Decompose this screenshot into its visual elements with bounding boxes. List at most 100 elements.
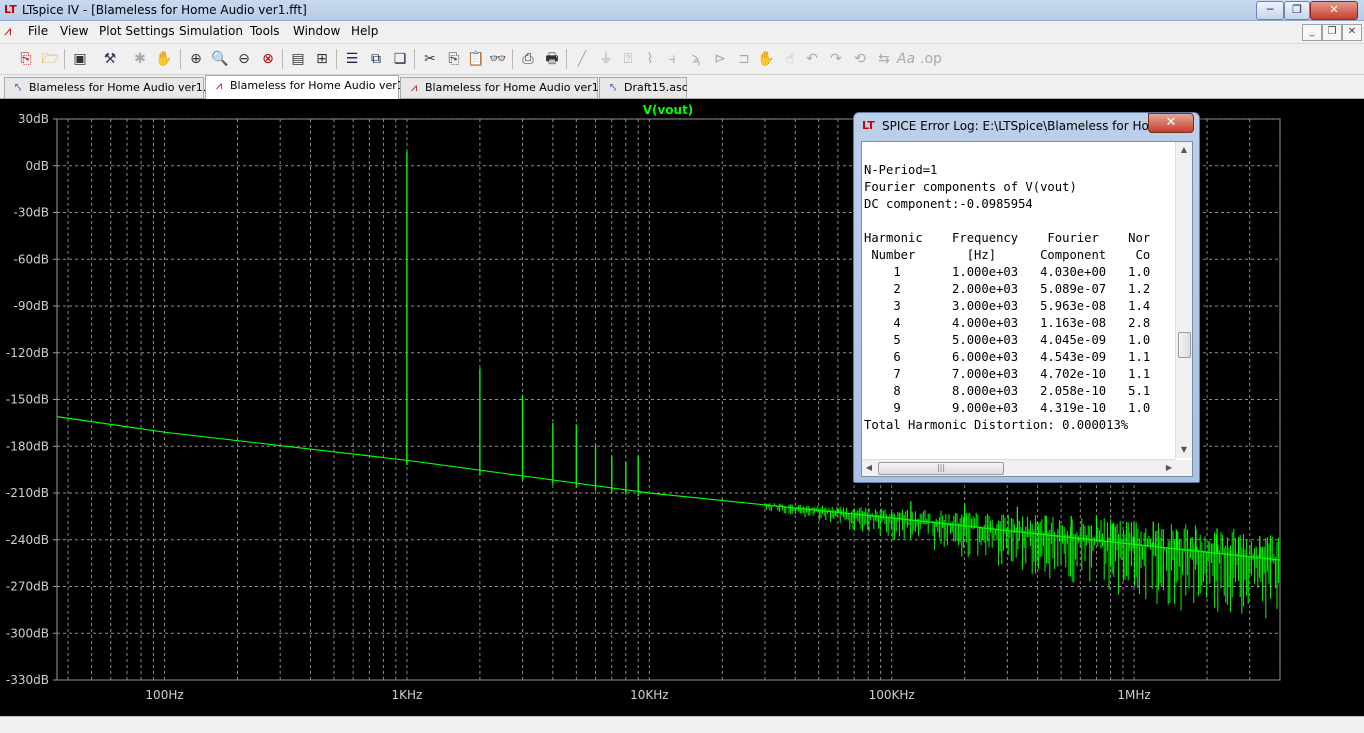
scroll-left-icon[interactable]: ◀ bbox=[862, 460, 876, 476]
tile-vertical-icon[interactable]: ⧉ bbox=[366, 49, 386, 69]
scroll-up-icon[interactable]: ▲ bbox=[1176, 142, 1192, 158]
drag-icon[interactable]: ☝ bbox=[780, 49, 800, 69]
x-tick-label: 100Hz bbox=[145, 688, 183, 702]
tab-label: Draft15.asc bbox=[624, 81, 688, 94]
tab-label: Blameless for Home Audio ver1.asc bbox=[29, 81, 225, 94]
waveform-doc-icon[interactable]: ⩘ bbox=[4, 24, 11, 39]
ltspice-logo-icon: LT bbox=[862, 119, 875, 132]
cascade-icon[interactable]: ❏ bbox=[390, 49, 410, 69]
separator bbox=[336, 49, 337, 69]
y-tick-label: -60dB bbox=[14, 252, 49, 266]
y-tick-label: -240dB bbox=[6, 533, 49, 547]
error-log-text: N-Period=1 Fourier components of V(vout)… bbox=[864, 163, 1151, 432]
waveform-icon: ⩘ bbox=[410, 81, 418, 94]
halt-icon[interactable]: ✋ bbox=[154, 49, 174, 69]
zoom-out-icon[interactable]: ⊖ bbox=[234, 49, 254, 69]
ground-icon[interactable]: ⏚ bbox=[596, 49, 616, 69]
menu-help[interactable]: Help bbox=[351, 24, 378, 38]
run-icon[interactable]: ✱ bbox=[130, 49, 150, 69]
tile-horizontal-icon[interactable]: ☰ bbox=[342, 49, 362, 69]
tab-bar: ⤣ Blameless for Home Audio ver1.asc ⩘ Blam… bbox=[0, 75, 1364, 99]
noise-band bbox=[764, 503, 1280, 619]
toolbar: ⎘ 🗁 ▣ ⚒ ✱ ✋ ⊕ 🔍 ⊖ ⊗ ▤ ⊞ ☰ ⧉ ❏ ✂ ⎘ 📋 👓 ⎙ … bbox=[0, 44, 1364, 75]
new-schematic-icon[interactable]: ⎘ bbox=[16, 49, 36, 69]
separator bbox=[414, 49, 415, 69]
menu-plot-settings[interactable]: Plot Settings bbox=[99, 24, 175, 38]
open-icon[interactable]: 🗁 bbox=[40, 49, 60, 69]
tab-raw[interactable]: ⩘ Blameless for Home Audio ver1.raw bbox=[400, 77, 623, 98]
zoom-fit-icon[interactable]: ⊗ bbox=[258, 49, 278, 69]
copy-icon[interactable]: ⎘ bbox=[444, 49, 464, 69]
paste-icon[interactable]: 📋 bbox=[466, 49, 486, 69]
text-icon[interactable]: Aa bbox=[896, 49, 916, 69]
tab-fft[interactable]: ⩘ Blameless for Home Audio ver1.fft bbox=[205, 75, 419, 99]
x-tick-label: 1KHz bbox=[392, 688, 423, 702]
redo-icon[interactable]: ↷ bbox=[826, 49, 846, 69]
tab-label: Blameless for Home Audio ver1.fft bbox=[230, 79, 420, 92]
dialog-close-button[interactable]: ✕ bbox=[1148, 113, 1194, 133]
autorange-icon[interactable]: ▤ bbox=[288, 49, 308, 69]
spice-directive-icon[interactable]: .op bbox=[920, 49, 942, 69]
resistor-icon[interactable]: ⌇ bbox=[640, 49, 660, 69]
spice-error-log-dialog: LT SPICE Error Log: E:\LTSpice\Blameless… bbox=[853, 112, 1200, 483]
y-tick-label: -210dB bbox=[6, 486, 49, 500]
vertical-scrollbar[interactable]: ▲ ▼ bbox=[1175, 142, 1192, 458]
y-tick-label: -30dB bbox=[14, 206, 49, 220]
y-tick-label: -180dB bbox=[6, 439, 49, 453]
menu-tools[interactable]: Tools bbox=[250, 24, 280, 38]
scroll-down-icon[interactable]: ▼ bbox=[1176, 442, 1192, 458]
window-title: LTspice IV - [Blameless for Home Audio v… bbox=[22, 3, 307, 17]
separator bbox=[64, 49, 65, 69]
zoom-in-icon[interactable]: ⊕ bbox=[186, 49, 206, 69]
move-icon[interactable]: ✋ bbox=[756, 49, 776, 69]
restore-button[interactable]: ❐ bbox=[1284, 1, 1310, 20]
waveform-icon: ⩘ bbox=[215, 79, 223, 92]
trace-title: V(vout) bbox=[643, 103, 694, 117]
find-icon[interactable]: 👓 bbox=[488, 49, 508, 69]
error-log-text-area[interactable]: N-Period=1 Fourier components of V(vout)… bbox=[861, 141, 1193, 477]
mdi-close-button[interactable]: ✕ bbox=[1342, 24, 1362, 41]
mark-icon[interactable]: ⊞ bbox=[312, 49, 332, 69]
scroll-corner bbox=[1176, 460, 1192, 476]
separator bbox=[180, 49, 181, 69]
print-setup-icon[interactable]: ⎙ bbox=[518, 49, 538, 69]
scroll-right-icon[interactable]: ▶ bbox=[1162, 460, 1176, 476]
y-tick-label: -150dB bbox=[6, 393, 49, 407]
vertical-scroll-thumb[interactable] bbox=[1178, 332, 1191, 358]
minimize-button[interactable]: ─ bbox=[1256, 1, 1284, 20]
y-tick-label: -120dB bbox=[6, 346, 49, 360]
separator bbox=[282, 49, 283, 69]
separator bbox=[512, 49, 513, 69]
tab-draft15[interactable]: ⤣ Draft15.asc bbox=[599, 77, 688, 98]
wire-icon[interactable]: ╱ bbox=[572, 49, 592, 69]
tab-label: Blameless for Home Audio ver1.raw bbox=[425, 81, 623, 94]
mirror-icon[interactable]: ⇆ bbox=[874, 49, 894, 69]
menu-window[interactable]: Window bbox=[293, 24, 340, 38]
cut-icon[interactable]: ✂ bbox=[420, 49, 440, 69]
control-panel-icon[interactable]: ⚒ bbox=[100, 49, 120, 69]
horizontal-scroll-thumb[interactable]: ||| bbox=[878, 462, 1004, 475]
close-button[interactable]: ✕ bbox=[1310, 1, 1358, 20]
label-icon[interactable]: ⍰ bbox=[618, 49, 638, 69]
menu-view[interactable]: View bbox=[60, 24, 88, 38]
inductor-icon[interactable]: ϡ bbox=[686, 49, 706, 69]
print-icon[interactable]: 🖶 bbox=[542, 49, 562, 69]
y-tick-label: 30dB bbox=[18, 112, 49, 126]
component-icon[interactable]: ⊐ bbox=[734, 49, 754, 69]
dialog-title: SPICE Error Log: E:\LTSpice\Blameless fo… bbox=[882, 119, 1184, 133]
horizontal-scrollbar[interactable]: ◀ ||| ▶ bbox=[862, 459, 1176, 476]
undo-icon[interactable]: ↶ bbox=[802, 49, 822, 69]
menu-file[interactable]: File bbox=[28, 24, 48, 38]
diode-icon[interactable]: ⊳ bbox=[710, 49, 730, 69]
zoom-area-icon[interactable]: 🔍 bbox=[210, 49, 230, 69]
x-tick-label: 100KHz bbox=[869, 688, 915, 702]
mdi-minimize-button[interactable]: _ bbox=[1302, 24, 1322, 41]
capacitor-icon[interactable]: ⫞ bbox=[662, 49, 682, 69]
menu-simulation[interactable]: Simulation bbox=[179, 24, 243, 38]
tab-schematic-asc[interactable]: ⤣ Blameless for Home Audio ver1.asc bbox=[4, 77, 225, 98]
mdi-restore-button[interactable]: ❐ bbox=[1322, 24, 1342, 41]
rotate-icon[interactable]: ⟲ bbox=[850, 49, 870, 69]
y-tick-label: -300dB bbox=[6, 626, 49, 640]
save-icon[interactable]: ▣ bbox=[70, 49, 90, 69]
separator bbox=[566, 49, 567, 69]
